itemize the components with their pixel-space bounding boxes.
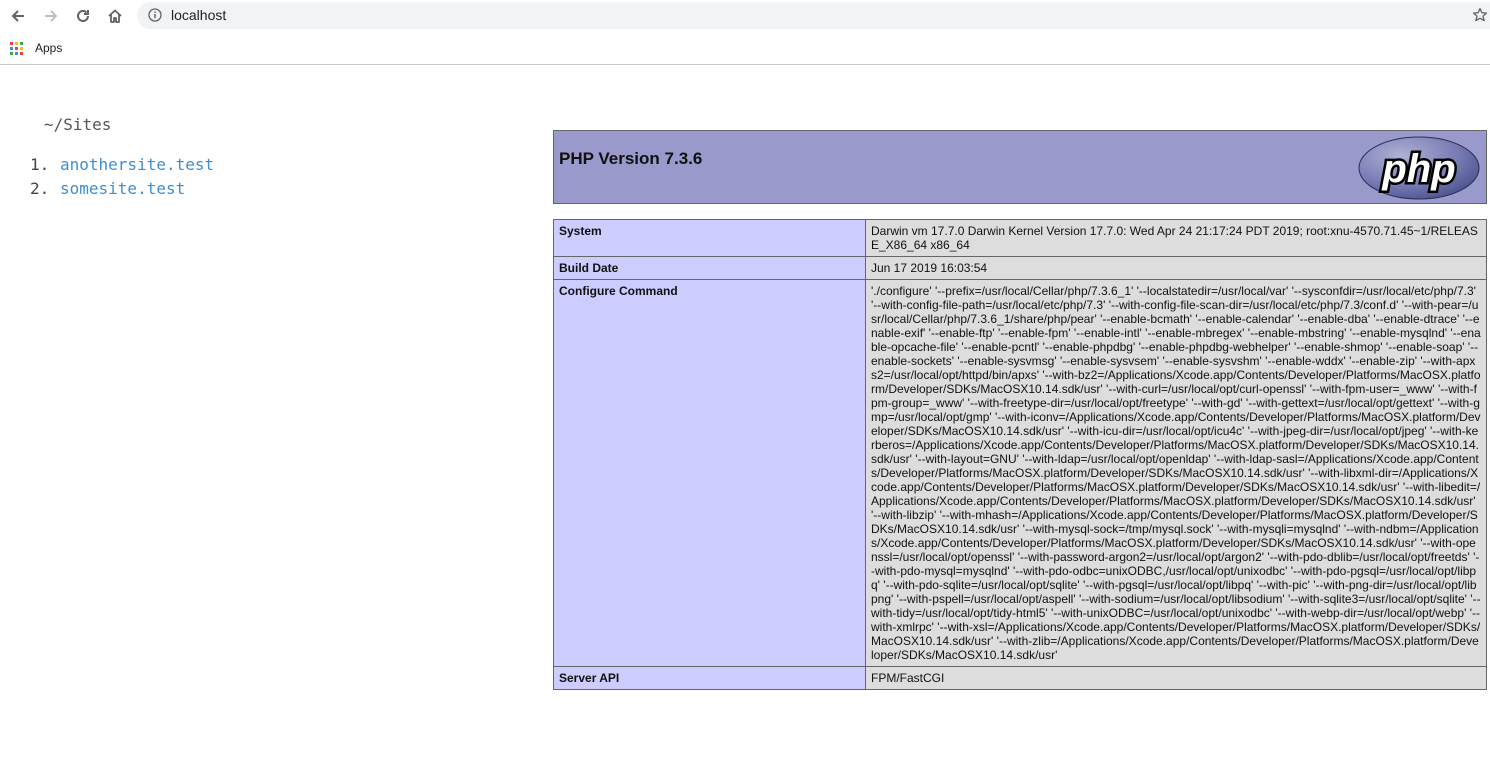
row-value: FPM/FastCGI — [865, 666, 1487, 690]
forward-button[interactable] — [40, 5, 62, 27]
list-item: 1. anothersite.test — [30, 153, 214, 177]
site-link-anothersite[interactable]: anothersite.test — [60, 155, 214, 174]
page-title: PHP Version 7.3.6 — [559, 149, 703, 168]
php-logo[interactable]: php — [1358, 136, 1480, 200]
php-logo-text: php — [1381, 147, 1455, 191]
row-value: './configure' '--prefix=/usr/local/Cella… — [865, 279, 1487, 667]
table-row: System Darwin vm 17.7.0 Darwin Kernel Ve… — [553, 219, 1487, 257]
php-header: PHP Version 7.3.6 php — [553, 130, 1487, 204]
table-row: Configure Command './configure' '--prefi… — [553, 279, 1487, 667]
star-icon[interactable] — [1472, 7, 1488, 23]
browser-toolbar: localhost — [0, 0, 1490, 32]
forward-icon — [45, 10, 58, 22]
row-value: Jun 17 2019 16:03:54 — [865, 256, 1487, 280]
back-button[interactable] — [7, 5, 29, 27]
back-icon — [11, 10, 24, 22]
list-number: 1. — [30, 155, 50, 174]
row-key: Build Date — [553, 256, 866, 280]
apps-button[interactable]: Apps — [10, 38, 62, 58]
table-row: Server API FPM/FastCGI — [553, 666, 1487, 690]
info-icon[interactable] — [148, 8, 162, 22]
list-number: 2. — [30, 179, 50, 198]
row-key: Configure Command — [553, 279, 866, 667]
info-table: System Darwin vm 17.7.0 Darwin Kernel Ve… — [553, 219, 1487, 690]
list-item: 2. somesite.test — [30, 177, 214, 201]
apps-grid-icon — [10, 41, 23, 55]
address-bar[interactable]: localhost — [137, 2, 1490, 29]
reload-icon — [77, 9, 89, 22]
site-link-somesite[interactable]: somesite.test — [60, 179, 185, 198]
apps-label: Apps — [35, 41, 63, 55]
row-key: Server API — [553, 666, 866, 690]
bookmarks-bar: Apps — [0, 32, 1490, 65]
sites-title: ~/Sites — [44, 115, 112, 134]
table-row: Build Date Jun 17 2019 16:03:54 — [553, 256, 1487, 280]
url-text[interactable]: localhost — [171, 7, 226, 24]
row-value: Darwin vm 17.7.0 Darwin Kernel Version 1… — [865, 219, 1487, 257]
home-button[interactable] — [104, 5, 126, 27]
reload-button[interactable] — [72, 5, 94, 27]
home-icon — [108, 9, 122, 23]
sites-list: 1. anothersite.test 2. somesite.test — [30, 153, 214, 201]
sites-panel: ~/Sites 1. anothersite.test 2. somesite.te… — [0, 65, 540, 765]
row-key: System — [553, 219, 866, 257]
